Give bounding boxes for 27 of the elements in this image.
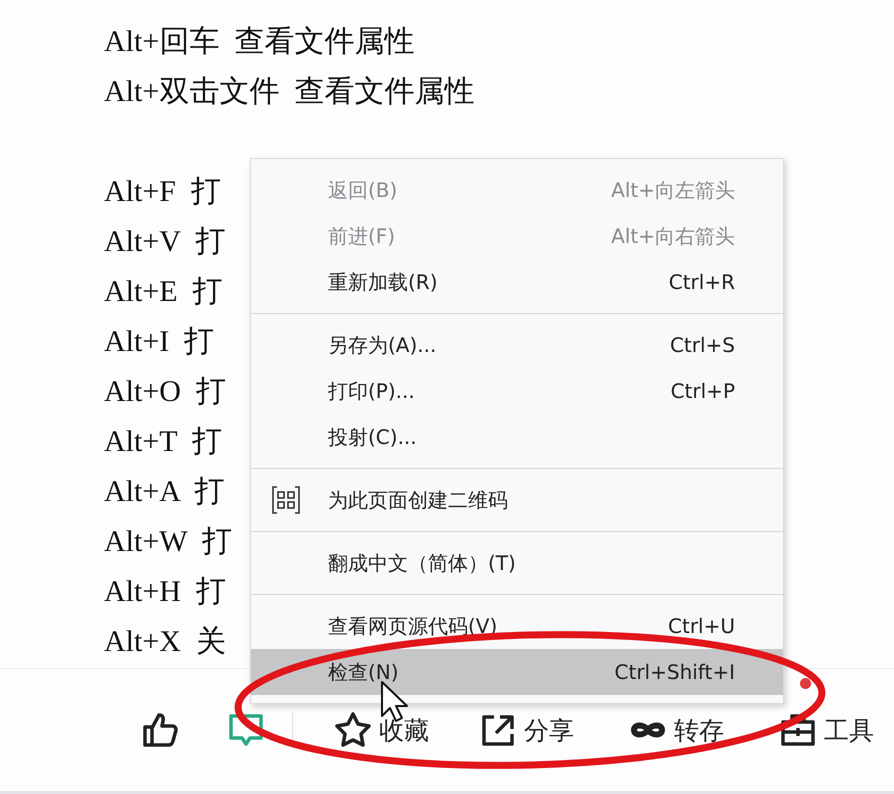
shortcut-line: Alt+H 打 xyxy=(104,574,226,610)
shortcut-line: Alt+F 打 xyxy=(104,174,221,210)
menu-item[interactable]: 检查(N) Ctrl+Shift+I xyxy=(251,649,783,695)
shortcut-line: Alt+V 打 xyxy=(104,224,226,260)
shortcut-line: Alt+W 打 xyxy=(104,524,232,560)
qr-code-icon xyxy=(271,485,301,515)
action-label[interactable]: 转存 xyxy=(674,714,724,746)
action-label[interactable]: 分享 xyxy=(524,714,574,746)
menu-item[interactable]: 查看网页源代码(V) Ctrl+U xyxy=(251,603,783,649)
menu-item[interactable]: 重新加载(R) Ctrl+R xyxy=(251,259,783,305)
notification-dot xyxy=(800,678,811,689)
shortcut-line: Alt+X 关 xyxy=(104,624,226,660)
shortcut-line: Alt+O 打 xyxy=(104,374,226,410)
shortcut-line: Alt+回车 查看文件属性 xyxy=(104,24,414,60)
shortcut-line: Alt+T 打 xyxy=(104,424,222,460)
action-label[interactable]: 工具 xyxy=(824,714,874,746)
menu-item[interactable]: 打印(P)... Ctrl+P xyxy=(251,368,783,414)
star-icon[interactable] xyxy=(333,710,373,750)
menu-item[interactable]: 为此页面创建二维码 xyxy=(251,477,783,523)
menu-item[interactable]: 另存为(A)... Ctrl+S xyxy=(251,322,783,368)
shortcut-line: Alt+双击文件 查看文件属性 xyxy=(104,74,474,110)
shortcut-line: Alt+I 打 xyxy=(104,324,214,360)
menu-item[interactable]: 投射(C)... xyxy=(251,414,783,460)
menu-item[interactable]: 翻成中文（简体）(T) xyxy=(251,540,783,586)
shortcut-line: Alt+E 打 xyxy=(104,274,223,310)
action-label[interactable]: 收藏 xyxy=(379,714,429,746)
shortcut-line: Alt+A 打 xyxy=(104,474,224,510)
